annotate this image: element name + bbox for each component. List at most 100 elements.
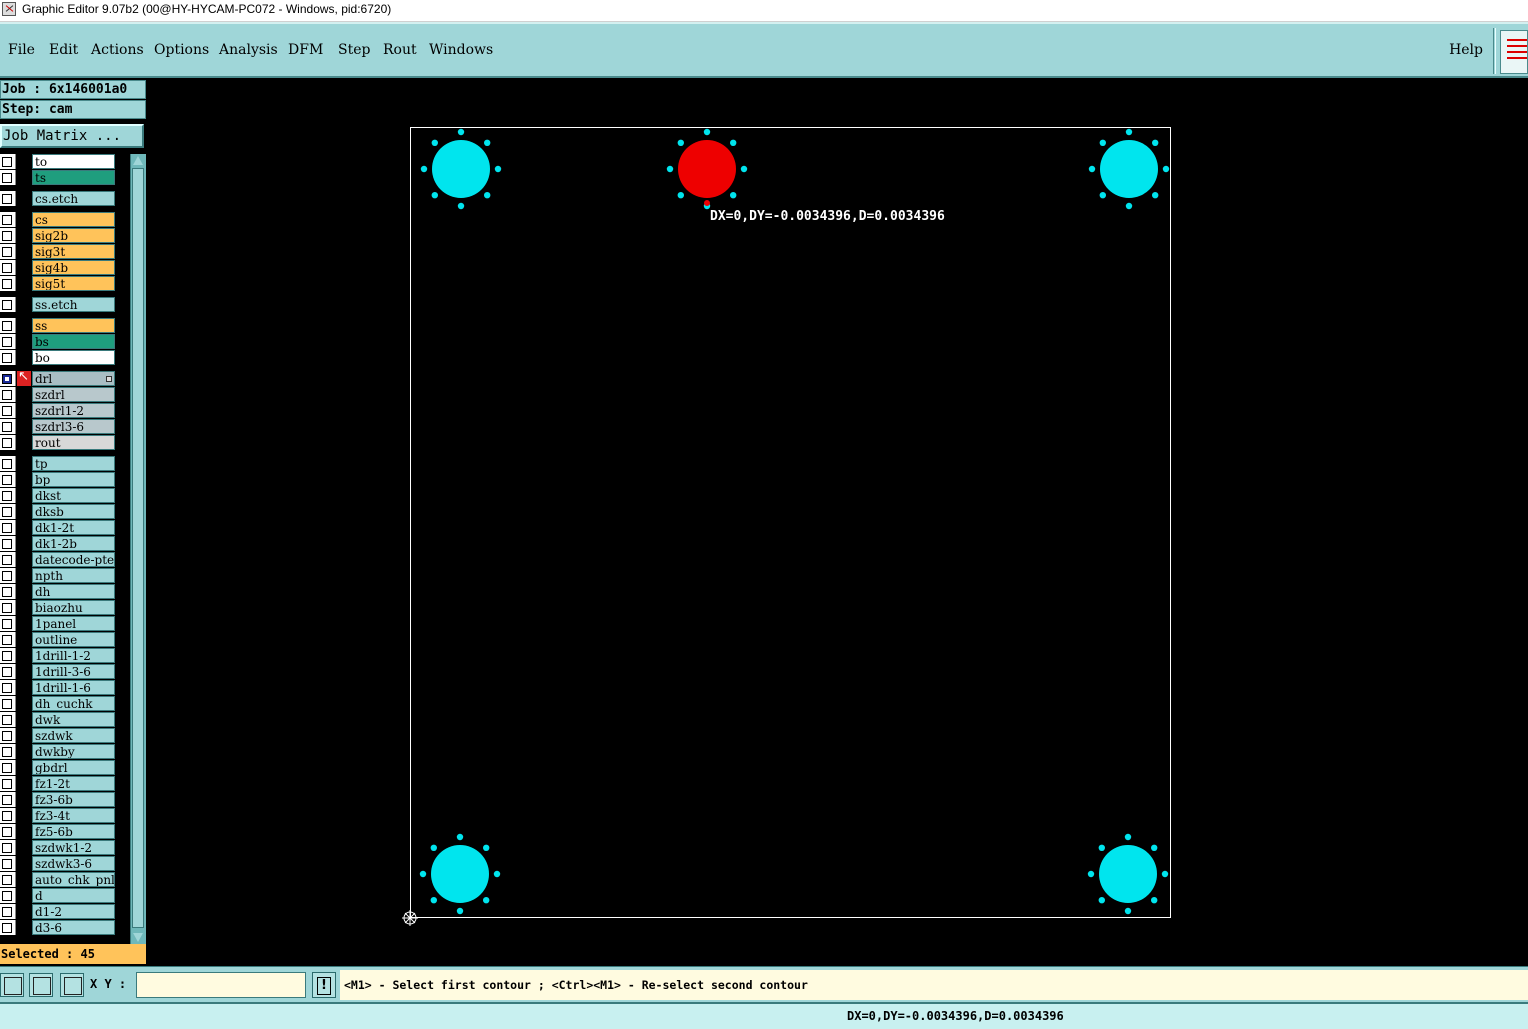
layer-affected-marker[interactable] [17,191,31,206]
layer-checkbox[interactable] [2,321,12,331]
layer-row-fz3-6b[interactable]: fz3-6b [0,792,118,807]
layer-row-npth[interactable]: npth [0,568,118,583]
menu-analysis[interactable]: Analysis [219,42,278,58]
layer-name[interactable]: szdwk1-2 [32,840,115,855]
layer-checkbox[interactable] [2,491,12,501]
layer-checkbox[interactable] [2,353,12,363]
menu-dfm[interactable]: DFM [288,42,323,58]
layer-checkbox[interactable] [2,603,12,613]
layer-checkbox[interactable] [2,475,12,485]
layer-affected-marker[interactable] [17,244,31,259]
layer-checkbox[interactable] [2,651,12,661]
layer-row-fz3-4t[interactable]: fz3-4t [0,808,118,823]
layer-checkbox[interactable] [2,337,12,347]
layer-name[interactable]: dk1-2t [32,520,115,535]
layer-row-sig4b[interactable]: sig4b [0,260,118,275]
layer-name[interactable]: sig3t [32,244,115,259]
layer-checkbox[interactable] [2,507,12,517]
layer-name[interactable]: dh [32,584,115,599]
layer-row-szdwk1-2[interactable]: szdwk1-2 [0,840,118,855]
pad-top-center-selected[interactable] [666,128,748,210]
layer-affected-marker[interactable] [17,552,31,567]
layer-checkbox[interactable] [2,390,12,400]
layer-name[interactable]: biaozhu [32,600,115,615]
layer-row-dwkby[interactable]: dwkby [0,744,118,759]
layer-row-rout[interactable]: rout [0,435,118,450]
layer-name[interactable]: dk1-2b [32,536,115,551]
layer-name[interactable]: bs [32,334,115,349]
layer-checkbox[interactable] [2,523,12,533]
layer-row-cs-etch[interactable]: cs.etch [0,191,118,206]
menu-rout[interactable]: Rout [383,42,417,58]
layer-name[interactable]: ss [32,318,115,333]
layer-affected-marker[interactable] [17,350,31,365]
layer-affected-marker[interactable] [17,170,31,185]
layer-name[interactable]: to [32,154,115,169]
layer-affected-marker[interactable] [17,584,31,599]
layer-affected-marker[interactable] [17,616,31,631]
layer-name[interactable]: d1-2 [32,904,115,919]
layer-affected-marker[interactable] [17,419,31,434]
layer-checkbox[interactable] [2,279,12,289]
layer-checkbox[interactable] [2,859,12,869]
layer-row-dk1-2b[interactable]: dk1-2b [0,536,118,551]
layer-checkbox[interactable] [2,763,12,773]
layer-checkbox[interactable] [2,747,12,757]
layer-checkbox[interactable] [2,263,12,273]
layer-checkbox[interactable] [2,157,12,167]
work-layer-arrow-icon[interactable] [17,369,31,386]
layer-affected-marker[interactable] [17,920,31,935]
layer-row-gbdrl[interactable]: gbdrl [0,760,118,775]
layer-row-bp[interactable]: bp [0,472,118,487]
layer-name[interactable]: d3-6 [32,920,115,935]
layer-checkbox[interactable] [2,231,12,241]
scroll-thumb[interactable] [132,168,144,928]
layer-checkbox[interactable] [2,907,12,917]
layer-name[interactable]: tp [32,456,115,471]
job-matrix-button[interactable]: Job Matrix ... [0,124,144,148]
menu-windows[interactable]: Windows [429,42,493,58]
layer-checkbox[interactable] [2,571,12,581]
layer-checkbox[interactable] [2,843,12,853]
layer-affected-marker[interactable] [17,568,31,583]
layer-name[interactable]: bp [32,472,115,487]
layer-name[interactable]: dh_cuchk [32,696,115,711]
layer-name[interactable]: sig5t [32,276,115,291]
layer-affected-marker[interactable] [17,403,31,418]
layer-row-datecode-pte[interactable]: datecode-pte [0,552,118,567]
layer-name[interactable]: bo [32,350,115,365]
layer-name[interactable]: 1drill-1-6 [32,680,115,695]
layer-affected-marker[interactable] [17,824,31,839]
layer-row-ss[interactable]: ss [0,318,118,333]
layer-row-tp[interactable]: tp [0,456,118,471]
layer-affected-marker[interactable] [17,260,31,275]
layer-name[interactable]: dkst [32,488,115,503]
layer-checkbox[interactable] [2,827,12,837]
layer-affected-marker[interactable] [17,318,31,333]
layer-affected-marker[interactable] [17,856,31,871]
layer-row-szdrl[interactable]: szdrl [0,387,118,402]
layer-affected-marker[interactable] [17,776,31,791]
layer-row-biaozhu[interactable]: biaozhu [0,600,118,615]
layer-row-d[interactable]: d [0,888,118,903]
layer-checkbox[interactable] [2,422,12,432]
layer-row-dh-cuchk[interactable]: dh_cuchk [0,696,118,711]
layer-affected-marker[interactable] [17,648,31,663]
layer-name[interactable]: d [32,888,115,903]
layer-checkbox[interactable] [2,300,12,310]
layer-row-dksb[interactable]: dksb [0,504,118,519]
layer-checkbox[interactable] [2,667,12,677]
layer-affected-marker[interactable] [17,728,31,743]
layer-checkbox[interactable] [2,215,12,225]
layer-row-d3-6[interactable]: d3-6 [0,920,118,935]
layer-row-dh[interactable]: dh [0,584,118,599]
layer-name[interactable]: dwkby [32,744,115,759]
layer-row-bs[interactable]: bs [0,334,118,349]
layer-name[interactable]: sig4b [32,260,115,275]
layer-row-cs[interactable]: cs [0,212,118,227]
layer-row-outline[interactable]: outline [0,632,118,647]
layer-affected-marker[interactable] [17,888,31,903]
layer-checkbox[interactable] [2,438,12,448]
layer-checkbox[interactable] [2,699,12,709]
layer-affected-marker[interactable] [17,520,31,535]
